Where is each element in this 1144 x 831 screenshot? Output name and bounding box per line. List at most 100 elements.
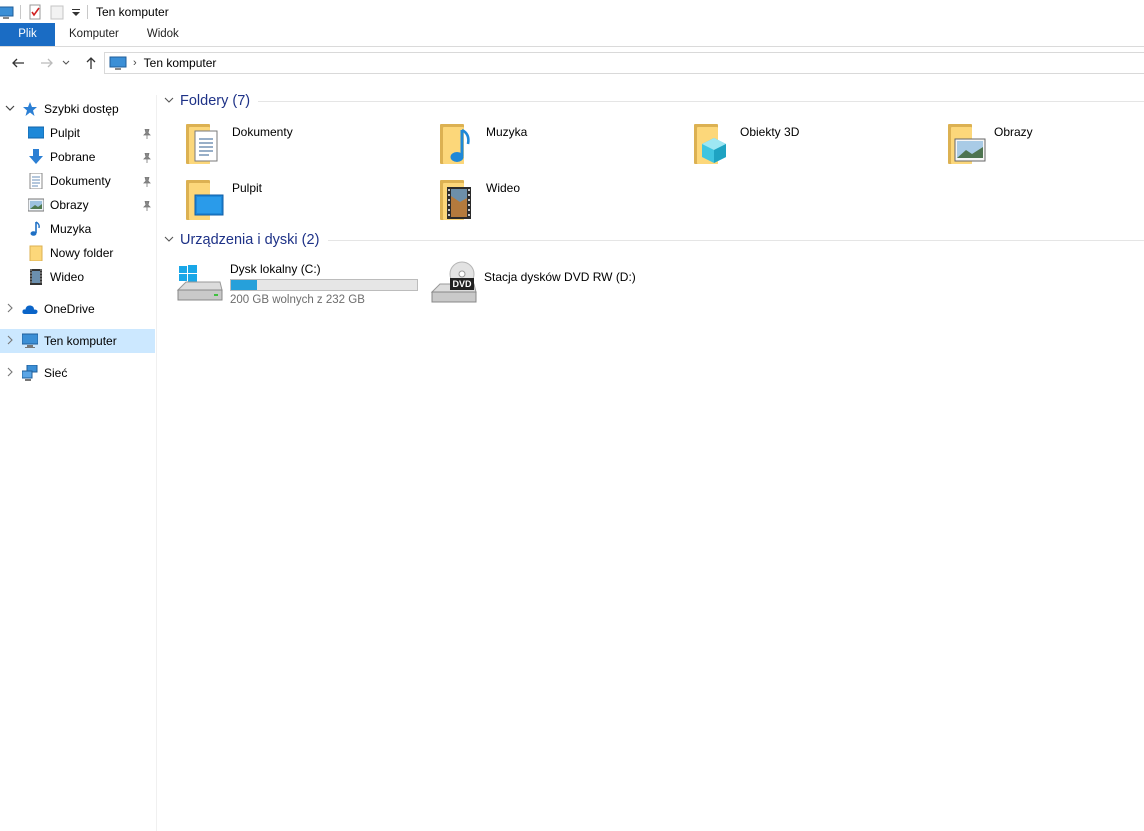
folder-tile-videos[interactable]: Wideo (434, 176, 520, 224)
desktop-folder-icon (180, 176, 228, 224)
expand-icon[interactable] (4, 303, 16, 316)
3d-objects-folder-icon (688, 120, 736, 168)
music-folder-icon (434, 120, 482, 168)
sidebar-item-pictures[interactable]: Obrazy (0, 193, 155, 217)
sidebar-item-label: Dokumenty (50, 174, 111, 188)
tab-file[interactable]: Plik (0, 23, 55, 46)
videos-folder-icon (434, 176, 482, 224)
up-arrow-icon (86, 57, 96, 69)
sidebar-item-this-pc[interactable]: Ten komputer (0, 329, 155, 353)
sidebar-item-downloads[interactable]: Pobrane (0, 145, 155, 169)
navigation-bar: › Ten komputer (0, 48, 1144, 79)
sidebar-item-label: OneDrive (44, 302, 95, 316)
navigation-pane: Szybki dostęp Pulpit Pobrane Dokumenty O… (0, 95, 157, 831)
computer-icon (21, 333, 39, 349)
sidebar-item-label: Sieć (44, 366, 68, 380)
folder-tile-music[interactable]: Muzyka (434, 120, 527, 168)
sidebar-item-label: Obrazy (50, 198, 89, 212)
breadcrumb[interactable]: Ten komputer (144, 56, 217, 70)
sidebar-item-new-folder[interactable]: Nowy folder (0, 241, 155, 265)
group-divider (328, 240, 1144, 241)
quick-access-toolbar (0, 0, 94, 23)
drive-usage-fill (231, 280, 257, 290)
folder-label: Pulpit (232, 181, 263, 195)
folder-label: Obiekty 3D (740, 125, 800, 139)
back-button[interactable] (7, 52, 29, 74)
download-icon (28, 149, 44, 165)
sidebar-item-desktop[interactable]: Pulpit (0, 121, 155, 145)
cloud-icon (22, 301, 38, 317)
group-divider (258, 101, 1144, 102)
ribbon-tabs: Plik Komputer Widok (0, 23, 1144, 47)
toolbar-separator (20, 4, 21, 19)
collapse-icon[interactable] (164, 234, 176, 247)
pin-icon[interactable] (143, 200, 151, 211)
network-icon (21, 364, 38, 381)
folder-tile-pictures[interactable]: Obrazy (942, 120, 1033, 168)
pin-icon[interactable] (143, 152, 151, 163)
dvd-drive-icon: DVD (430, 260, 478, 308)
properties-icon[interactable] (27, 4, 43, 20)
computer-icon[interactable] (0, 4, 14, 20)
tab-computer[interactable]: Komputer (55, 23, 133, 46)
drive-tile-d[interactable]: DVD Stacja dysków DVD RW (D:) (430, 260, 636, 308)
sidebar-item-label: Szybki dostęp (44, 102, 119, 116)
folder-label: Dokumenty (232, 125, 293, 139)
sidebar-item-videos[interactable]: Wideo (0, 265, 155, 289)
folder-label: Muzyka (486, 125, 528, 139)
group-header-devices[interactable]: Urządzenia i dyski (2) (164, 229, 1144, 251)
folder-label: Wideo (486, 181, 521, 195)
address-bar[interactable]: › Ten komputer (104, 52, 1144, 74)
dvd-label: DVD (452, 279, 472, 289)
folder-tile-desktop[interactable]: Pulpit (180, 176, 262, 224)
drive-name: Dysk lokalny (C:) (230, 262, 321, 276)
collapse-icon[interactable] (164, 95, 176, 108)
forward-button[interactable] (36, 52, 58, 74)
star-icon (22, 101, 38, 117)
title-bar: Ten komputer (0, 0, 1144, 23)
sidebar-item-network[interactable]: Sieć (0, 361, 155, 385)
drive-usage-bar (230, 279, 418, 291)
up-button[interactable] (80, 52, 102, 74)
sidebar-item-onedrive[interactable]: OneDrive (0, 297, 155, 321)
collapse-icon[interactable] (4, 103, 16, 116)
back-arrow-icon (12, 58, 24, 68)
pictures-folder-icon (942, 120, 990, 168)
computer-icon (109, 55, 127, 71)
windows-drive-icon (176, 260, 224, 308)
video-icon (28, 269, 44, 285)
toolbar-separator (87, 4, 88, 19)
sidebar-item-music[interactable]: Muzyka (0, 217, 155, 241)
customize-toolbar-icon[interactable] (71, 4, 81, 20)
desktop-icon (27, 125, 45, 141)
folder-icon (28, 245, 44, 262)
group-header-folders[interactable]: Foldery (7) (164, 90, 1144, 112)
sidebar-item-label: Nowy folder (50, 246, 114, 260)
pin-icon[interactable] (143, 176, 151, 187)
recent-locations-button[interactable] (60, 52, 72, 74)
pictures-icon (27, 197, 45, 213)
pin-icon[interactable] (143, 128, 151, 139)
sidebar-item-quick-access[interactable]: Szybki dostęp (0, 97, 155, 121)
window-title: Ten komputer (96, 4, 169, 19)
new-folder-icon[interactable] (49, 4, 65, 20)
sidebar-item-label: Pobrane (50, 150, 96, 164)
tab-view[interactable]: Widok (133, 23, 193, 46)
folder-tile-3d-objects[interactable]: Obiekty 3D (688, 120, 799, 168)
group-title: Foldery (7) (180, 93, 251, 109)
content-pane: Foldery (7) Dokumenty Muzyka Obiekty 3D … (158, 80, 1144, 831)
sidebar-item-label: Ten komputer (44, 334, 117, 348)
folder-label: Obrazy (994, 125, 1033, 139)
drive-tile-c[interactable]: Dysk lokalny (C:) 200 GB wolnych z 232 G… (176, 260, 418, 308)
breadcrumb-chevron-icon[interactable]: › (133, 57, 137, 69)
drive-info: Stacja dysków DVD RW (D:) (484, 260, 636, 308)
expand-icon[interactable] (4, 367, 16, 380)
documents-folder-icon (180, 120, 228, 168)
sidebar-item-label: Wideo (50, 270, 85, 284)
sidebar-item-documents[interactable]: Dokumenty (0, 169, 155, 193)
folder-tile-documents[interactable]: Dokumenty (180, 120, 293, 168)
sidebar-item-label: Muzyka (50, 222, 92, 236)
drive-info: Dysk lokalny (C:) 200 GB wolnych z 232 G… (230, 260, 418, 308)
expand-icon[interactable] (4, 335, 16, 348)
documents-icon (28, 172, 44, 190)
